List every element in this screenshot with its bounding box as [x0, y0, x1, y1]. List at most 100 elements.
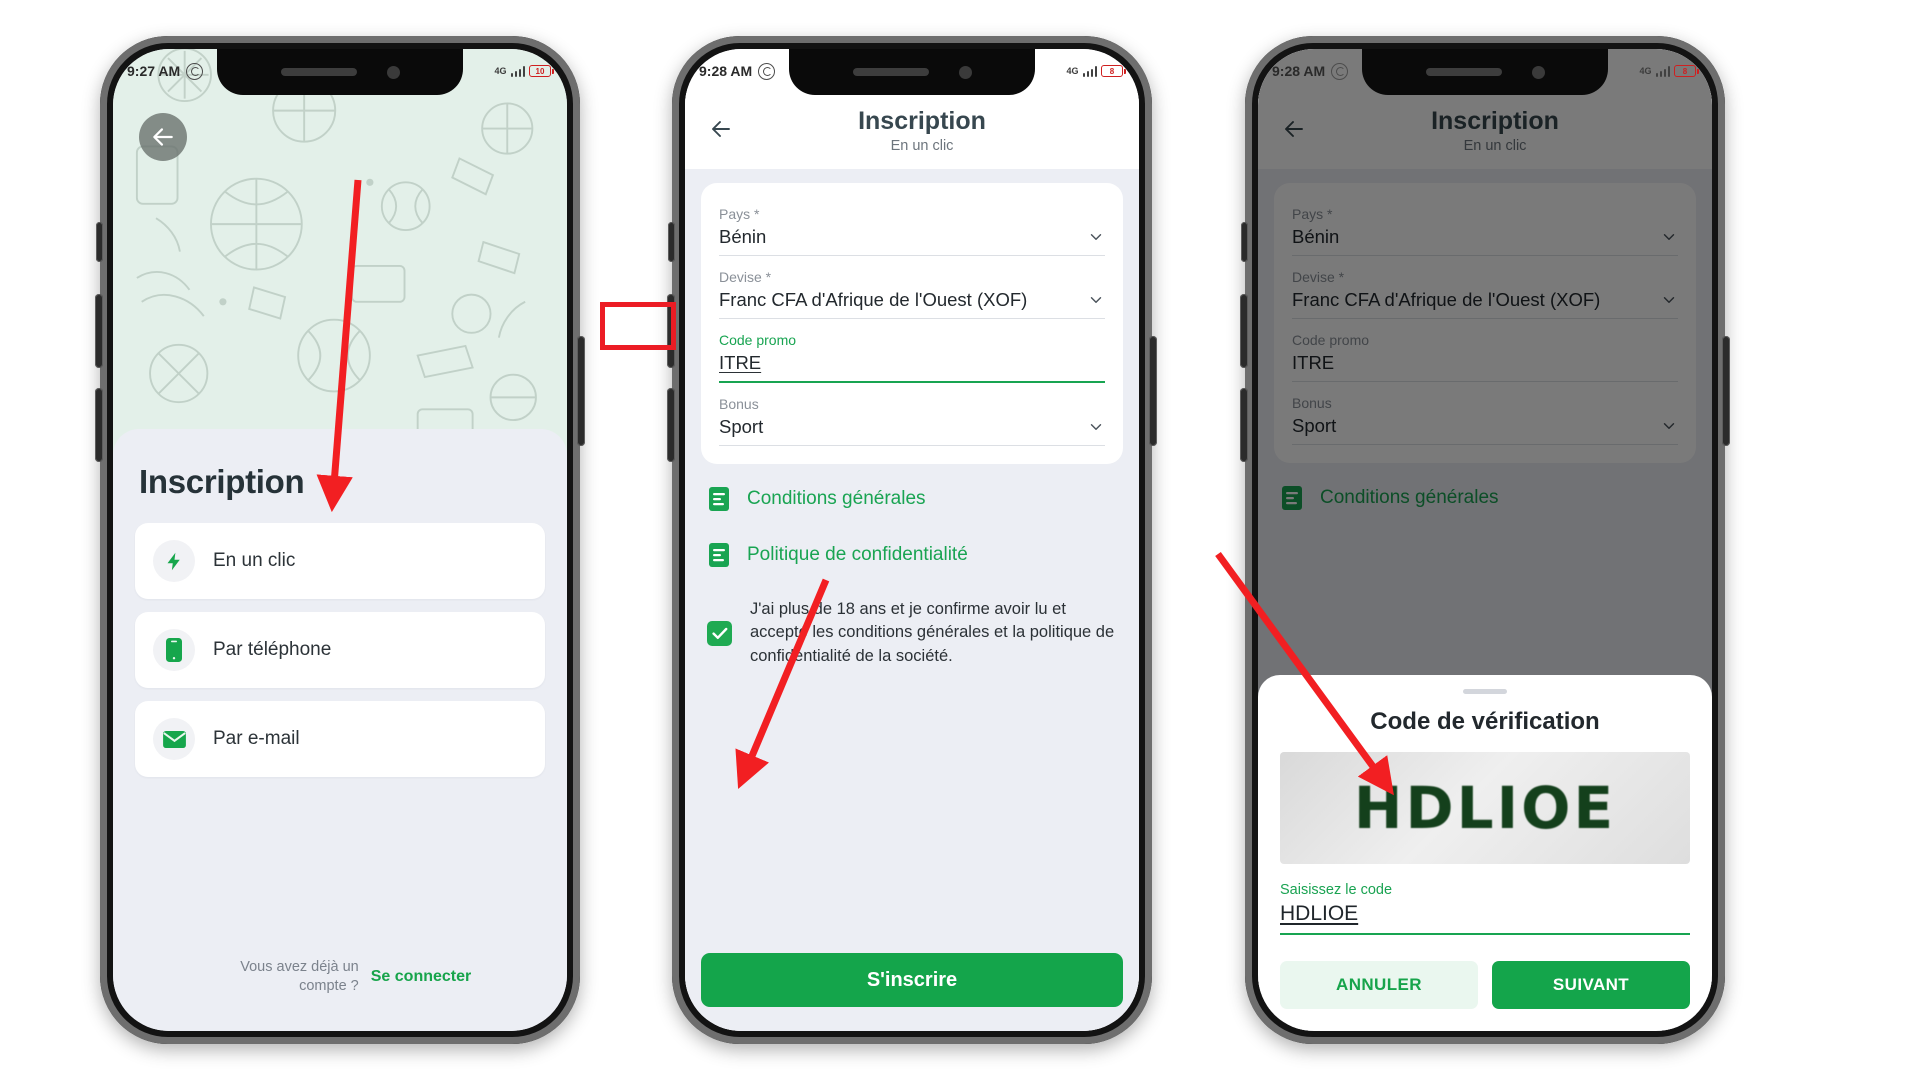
- drag-handle[interactable]: [1463, 689, 1507, 694]
- mute-switch[interactable]: [668, 222, 675, 262]
- back-button[interactable]: [139, 113, 187, 161]
- battery-icon: 8: [1101, 65, 1126, 77]
- volume-up-button[interactable]: [95, 294, 103, 368]
- chevron-down-icon: [1090, 424, 1102, 430]
- field-value: Bénin: [719, 226, 767, 247]
- whatsapp-icon: [186, 62, 204, 80]
- power-button[interactable]: [577, 336, 585, 446]
- signal-icon: [1655, 65, 1670, 77]
- field-label: Devise *: [719, 269, 772, 285]
- network-label: 4G: [494, 66, 507, 76]
- checkmark-icon: [711, 627, 727, 639]
- notch: [1362, 49, 1608, 95]
- phone-1-screen: Inscription En un clic Par téléphone Par…: [113, 49, 567, 1031]
- page-subtitle: En un clic: [890, 138, 954, 155]
- document-icon: [709, 487, 729, 511]
- signal-icon: [1082, 65, 1097, 77]
- document-icon: [709, 543, 729, 567]
- network-label: 4G: [1066, 66, 1079, 76]
- back-arrow-icon: [153, 128, 173, 146]
- screenshot-canvas: Inscription En un clic Par téléphone Par…: [0, 0, 1920, 1080]
- whatsapp-icon: [1331, 62, 1349, 80]
- power-button[interactable]: [1722, 336, 1730, 446]
- network-label: 4G: [1639, 66, 1652, 76]
- whatsapp-icon: [758, 62, 776, 80]
- verification-modal: Code de vérification HDLIOE Saisissez le…: [1258, 675, 1712, 1031]
- option-label: En un clic: [213, 550, 296, 571]
- status-time: 9:28 AM: [699, 63, 753, 79]
- mute-switch[interactable]: [96, 222, 103, 262]
- phone-2-screen: Inscription En un clic Pays * Bénin Devi…: [685, 49, 1139, 1031]
- volume-up-button[interactable]: [667, 294, 675, 368]
- field-underline: [719, 318, 1105, 319]
- earpiece-speaker: [852, 68, 929, 76]
- front-camera: [1531, 65, 1545, 79]
- status-time: 9:27 AM: [127, 63, 181, 79]
- sports-pattern-hero: [113, 49, 567, 459]
- field-code-promo[interactable]: Code promo ITRE: [719, 325, 1105, 383]
- battery-icon: 8: [1674, 65, 1699, 77]
- option-par-telephone[interactable]: Par téléphone: [135, 612, 545, 688]
- login-link[interactable]: Se connecter: [371, 968, 471, 986]
- captcha-image: HDLIOE: [1280, 752, 1690, 864]
- captcha-input[interactable]: HDLIOE: [1280, 902, 1690, 933]
- form-card: Pays * Bénin Devise * Franc CFA d'Afriqu…: [701, 183, 1123, 464]
- option-par-email[interactable]: Par e-mail: [135, 701, 545, 777]
- page-title: Inscription: [139, 463, 305, 500]
- earpiece-speaker: [1425, 68, 1502, 76]
- volume-down-button[interactable]: [1240, 388, 1248, 462]
- chevron-down-icon: [1090, 297, 1102, 303]
- captcha-text: HDLIOE: [1353, 774, 1617, 842]
- modal-actions: ANNULER SUIVANT: [1280, 961, 1690, 1009]
- link-conditions-generales[interactable]: Conditions générales: [707, 486, 1117, 512]
- field-pays[interactable]: Pays * Bénin: [719, 199, 1105, 256]
- status-time: 9:28 AM: [1272, 63, 1326, 79]
- field-underline: [719, 445, 1105, 446]
- modal-title: Code de vérification: [1370, 708, 1600, 735]
- field-underline: [719, 255, 1105, 256]
- submit-button[interactable]: S'inscrire: [701, 953, 1123, 1007]
- option-en-un-clic[interactable]: En un clic: [135, 523, 545, 599]
- lightning-bolt-icon: [153, 540, 195, 582]
- field-bonus[interactable]: Bonus Sport: [719, 389, 1105, 446]
- next-button[interactable]: SUIVANT: [1492, 961, 1690, 1009]
- notch: [217, 49, 463, 95]
- chevron-down-icon: [1090, 234, 1102, 240]
- field-devise[interactable]: Devise * Franc CFA d'Afrique de l'Ouest …: [719, 262, 1105, 319]
- code-promo-input[interactable]: ITRE: [719, 352, 1105, 381]
- phone-registration-methods: Inscription En un clic Par téléphone Par…: [95, 36, 585, 1044]
- field-label: Pays *: [719, 206, 760, 222]
- field-label: Bonus: [719, 396, 759, 412]
- earpiece-speaker: [280, 68, 357, 76]
- consent-text: J'ai plus de 18 ans et je confirme avoir…: [750, 600, 1115, 665]
- phone-3-screen: Inscription En un clic Pays * Bénin: [1258, 49, 1712, 1031]
- consent-checkbox[interactable]: [707, 620, 732, 646]
- mute-switch[interactable]: [1241, 222, 1248, 262]
- field-label: Code promo: [719, 332, 797, 348]
- registration-sheet: Inscription En un clic Par téléphone Par…: [113, 429, 567, 1031]
- volume-up-button[interactable]: [1240, 294, 1248, 368]
- link-label: Politique de confidentialité: [747, 544, 968, 565]
- option-label: Par e-mail: [213, 728, 300, 749]
- front-camera: [386, 65, 400, 79]
- signal-icon: [510, 65, 525, 77]
- notch: [789, 49, 1035, 95]
- envelope-icon: [153, 718, 195, 760]
- volume-down-button[interactable]: [667, 388, 675, 462]
- field-underline: [719, 381, 1105, 383]
- login-footer: Vous avez déjà un compte ? Se connecter: [113, 958, 567, 997]
- captcha-input-label: Saisissez le code: [1280, 882, 1393, 898]
- field-value: Sport: [719, 416, 764, 437]
- cancel-button[interactable]: ANNULER: [1280, 961, 1478, 1009]
- app-bar: Inscription En un clic: [685, 93, 1139, 169]
- volume-down-button[interactable]: [95, 388, 103, 462]
- already-account-text: Vous avez déjà un compte ?: [240, 958, 359, 995]
- submit-area: S'inscrire: [685, 953, 1139, 1007]
- option-label: Par téléphone: [213, 639, 332, 660]
- age-consent-row[interactable]: J'ai plus de 18 ans et je confirme avoir…: [701, 598, 1123, 668]
- legal-links: Conditions générales Politique de confid…: [701, 464, 1123, 568]
- link-politique-confidentialite[interactable]: Politique de confidentialité: [707, 542, 1117, 568]
- link-label: Conditions générales: [747, 488, 926, 509]
- field-value: Franc CFA d'Afrique de l'Ouest (XOF): [719, 289, 1028, 310]
- power-button[interactable]: [1149, 336, 1157, 446]
